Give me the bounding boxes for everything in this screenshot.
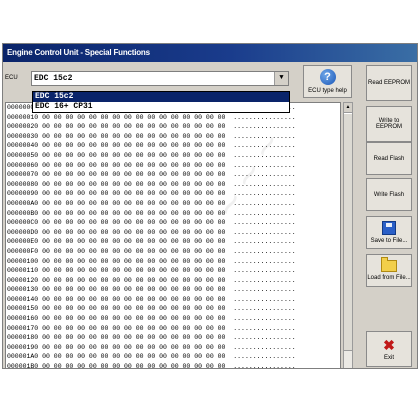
read-flash-label: Read Flash	[373, 155, 405, 162]
read-flash-button[interactable]: Read Flash	[366, 142, 412, 175]
ecu-label: ECU	[5, 75, 18, 81]
write-flash-button[interactable]: Write Flash	[366, 178, 412, 211]
hex-row: 00000170 00 00 00 00 00 00 00 00 00 00 0…	[7, 324, 296, 332]
ecu-selected-value: EDC 15c2	[34, 74, 73, 83]
hex-row: 000001A0 00 00 00 00 00 00 00 00 00 00 0…	[7, 353, 296, 361]
hex-row: 00000020 00 00 00 00 00 00 00 00 00 00 0…	[7, 123, 296, 131]
hex-row: 00000010 00 00 00 00 00 00 00 00 00 00 0…	[7, 113, 296, 121]
ecu-type-help-button[interactable]: ? ECU type help	[303, 65, 352, 98]
question-icon: ?	[319, 69, 336, 85]
load-from-file-label: Load from File...	[367, 275, 411, 281]
ecu-type-select[interactable]: EDC 15c2 ▼	[31, 71, 289, 86]
save-to-file-label: Save to File...	[370, 238, 408, 244]
ecu-type-help-label: ECU type help	[308, 88, 347, 94]
hex-row: 00000060 00 00 00 00 00 00 00 00 00 00 0…	[7, 161, 296, 169]
hex-row: 00000110 00 00 00 00 00 00 00 00 00 00 0…	[7, 267, 296, 275]
hex-row: 00000090 00 00 00 00 00 00 00 00 00 00 0…	[7, 190, 296, 198]
hex-row: 00000100 00 00 00 00 00 00 00 00 00 00 0…	[7, 257, 296, 265]
hex-row: 00000130 00 00 00 00 00 00 00 00 00 00 0…	[7, 286, 296, 294]
hex-row: 000000E0 00 00 00 00 00 00 00 00 00 00 0…	[7, 238, 296, 246]
special-functions-window: Engine Control Unit - Special Functions …	[2, 43, 418, 369]
ecu-dropdown-list: EDC 15c2 EDC 16+ CP31	[32, 91, 290, 113]
read-eeprom-button[interactable]: Read EEPROM	[366, 65, 412, 101]
close-icon: ✖	[383, 336, 395, 353]
load-from-file-button[interactable]: Load from File...	[366, 254, 412, 287]
scroll-up-icon[interactable]: ▲	[344, 103, 352, 113]
hex-row: 00000030 00 00 00 00 00 00 00 00 00 00 0…	[7, 132, 296, 140]
hex-scrollbar[interactable]: ▲ ▼	[343, 102, 353, 368]
read-eeprom-label: Read EEPROM	[367, 80, 410, 86]
save-to-file-button[interactable]: Save to File...	[366, 216, 412, 249]
hex-row: 00000160 00 00 00 00 00 00 00 00 00 00 0…	[7, 315, 296, 323]
hex-row: 000000A0 00 00 00 00 00 00 00 00 00 00 0…	[7, 199, 296, 207]
hex-row: 000000F0 00 00 00 00 00 00 00 00 00 00 0…	[7, 247, 296, 255]
exit-label: Exit	[383, 354, 394, 361]
exit-button[interactable]: ✖ Exit	[366, 331, 412, 367]
hex-row: 00000080 00 00 00 00 00 00 00 00 00 00 0…	[7, 180, 296, 188]
hex-row: 00000120 00 00 00 00 00 00 00 00 00 00 0…	[7, 276, 296, 284]
floppy-disk-icon	[382, 221, 396, 235]
window-title: Engine Control Unit - Special Functions	[3, 44, 417, 62]
dropdown-arrow-icon[interactable]: ▼	[274, 72, 288, 85]
ecu-option-edc15c2[interactable]: EDC 15c2	[33, 92, 289, 102]
hex-row: 00000040 00 00 00 00 00 00 00 00 00 00 0…	[7, 142, 296, 150]
hex-row: 00000070 00 00 00 00 00 00 00 00 00 00 0…	[7, 171, 296, 179]
hex-row: 000000D0 00 00 00 00 00 00 00 00 00 00 0…	[7, 228, 296, 236]
scroll-thumb[interactable]	[344, 113, 352, 351]
hex-row: 000000B0 00 00 00 00 00 00 00 00 00 00 0…	[7, 209, 296, 217]
hex-row: 00000180 00 00 00 00 00 00 00 00 00 00 0…	[7, 334, 296, 342]
hex-row: 00000140 00 00 00 00 00 00 00 00 00 00 0…	[7, 295, 296, 303]
write-flash-label: Write Flash	[373, 191, 405, 198]
hex-row: 00000050 00 00 00 00 00 00 00 00 00 00 0…	[7, 151, 296, 159]
hex-row: 000001B0 00 00 00 00 00 00 00 00 00 00 0…	[7, 363, 296, 369]
write-eeprom-label: Write to EEPROM	[375, 118, 402, 130]
hex-row: 00000190 00 00 00 00 00 00 00 00 00 00 0…	[7, 343, 296, 351]
hex-row: 000000C0 00 00 00 00 00 00 00 00 00 00 0…	[7, 219, 296, 227]
write-eeprom-button[interactable]: Write to EEPROM	[366, 106, 412, 142]
folder-icon	[381, 257, 397, 272]
ecu-option-edc16-cp31[interactable]: EDC 16+ CP31	[33, 102, 289, 112]
hex-dump-view[interactable]: ~ ~ ~ 00000000 00 00 00 00 00 00 00 00 0…	[5, 102, 341, 369]
hex-row: 00000150 00 00 00 00 00 00 00 00 00 00 0…	[7, 305, 296, 313]
